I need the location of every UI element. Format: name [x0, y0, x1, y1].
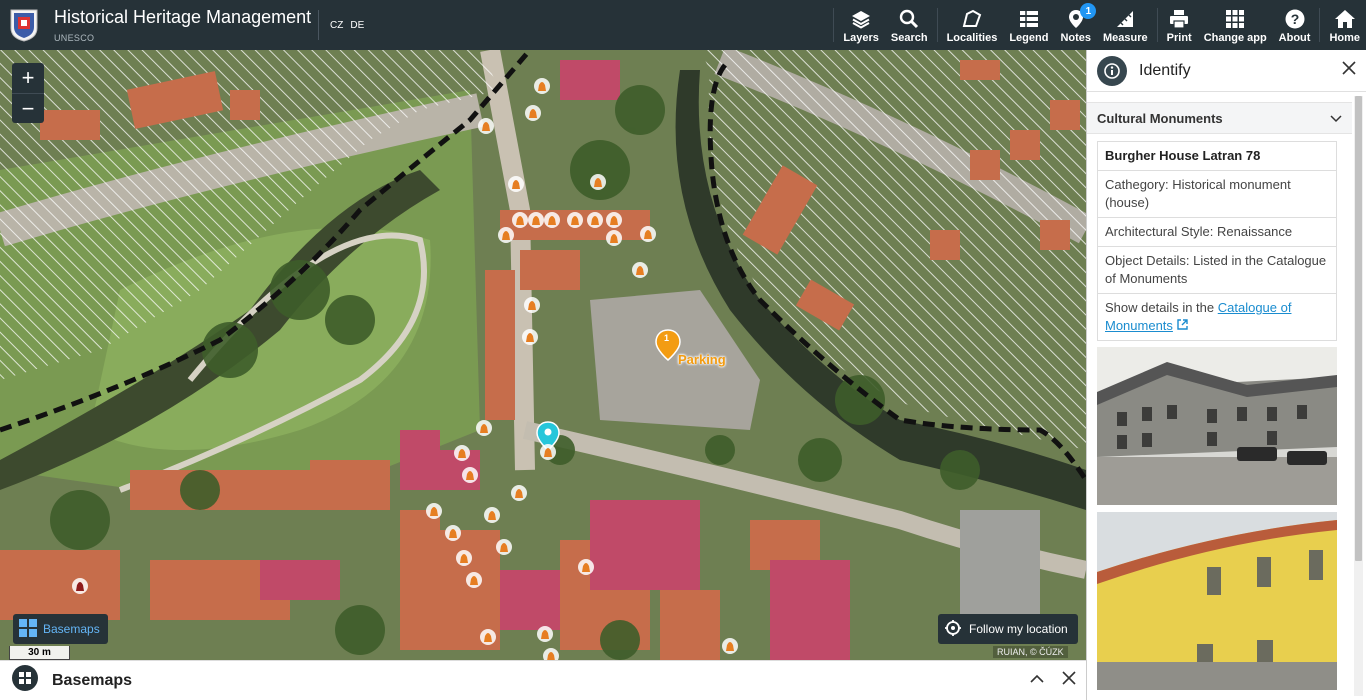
help-icon: ? — [1285, 9, 1305, 29]
print-label: Print — [1166, 32, 1192, 44]
map-view[interactable]: Parking 1 + − Basemaps 30 m Follow my lo… — [0, 50, 1086, 660]
close-identify-icon[interactable] — [1342, 61, 1356, 80]
layers-button[interactable]: Layers — [837, 0, 884, 50]
section-title: Cultural Monuments — [1097, 110, 1223, 126]
basemaps-grid-icon — [19, 618, 37, 640]
legend-button[interactable]: Legend — [1003, 0, 1054, 50]
scale-bar: 30 m — [9, 646, 70, 660]
external-link-icon[interactable] — [1176, 318, 1188, 333]
bottom-panel-actions — [1030, 671, 1086, 690]
panel-scrollbar[interactable] — [1354, 96, 1363, 696]
identify-panel: Identify Cultural Monuments Burgher Hous… — [1086, 50, 1366, 700]
print-button[interactable]: Print — [1161, 0, 1198, 50]
close-icon[interactable] — [1062, 671, 1076, 690]
notes-button[interactable]: 1 Notes — [1054, 0, 1097, 50]
change-app-button[interactable]: Change app — [1198, 0, 1273, 50]
measure-label: Measure — [1103, 32, 1148, 44]
toolbar-divider — [833, 8, 835, 42]
about-button[interactable]: ? About — [1273, 0, 1317, 50]
parking-label[interactable]: Parking — [678, 352, 726, 367]
print-icon — [1169, 9, 1189, 29]
map-attribution: RUIAN, © ČÚZK — [993, 646, 1068, 658]
basemaps-grid-icon — [12, 665, 38, 696]
identify-title: Identify — [1139, 61, 1191, 79]
zoom-control: + − — [12, 63, 44, 123]
legend-icon — [1019, 9, 1039, 29]
localities-label: Localities — [946, 32, 998, 44]
aerial-map-image — [0, 50, 1086, 660]
chevron-up-icon[interactable] — [1030, 671, 1044, 690]
follow-location-button[interactable]: Follow my location — [938, 614, 1078, 644]
notes-badge: 1 — [1080, 3, 1097, 19]
language-cz[interactable]: CZ — [330, 20, 343, 31]
monument-name: Burgher House Latran 78 — [1105, 148, 1261, 163]
home-button[interactable]: Home — [1323, 0, 1366, 50]
apps-grid-icon — [1225, 9, 1245, 29]
basemaps-button[interactable]: Basemaps — [13, 614, 108, 644]
monument-details: Object Details: Listed in the Catalogue … — [1098, 246, 1336, 293]
toolbar: Layers Search Localities Legend 1 Notes … — [830, 0, 1366, 50]
language-switcher: CZ DE — [318, 10, 364, 40]
monument-photo-historic[interactable] — [1097, 347, 1337, 510]
search-button[interactable]: Search — [885, 0, 934, 50]
app-subtitle: UNESCO — [54, 33, 95, 43]
home-label: Home — [1329, 32, 1360, 44]
app-header: Historical Heritage Management UNESCO CZ… — [0, 0, 1366, 50]
info-icon — [1097, 55, 1127, 86]
follow-location-label: Follow my location — [969, 622, 1068, 636]
search-label: Search — [890, 32, 928, 44]
parking-count: 1 — [664, 333, 670, 343]
zoom-in-button[interactable]: + — [12, 63, 44, 93]
change-app-label: Change app — [1203, 32, 1267, 44]
crosshair-icon — [945, 619, 961, 639]
monument-photo-current[interactable] — [1097, 512, 1337, 695]
basemaps-bottom-panel: Basemaps — [0, 660, 1086, 700]
toolbar-divider — [1156, 8, 1158, 42]
cultural-monuments-section[interactable]: Cultural Monuments — [1087, 102, 1352, 134]
catalogue-row: Show details in the Catalogue of Monumen… — [1098, 293, 1336, 340]
language-de[interactable]: DE — [350, 20, 364, 31]
basemaps-panel-title: Basemaps — [52, 671, 133, 689]
basemaps-button-label: Basemaps — [43, 622, 100, 636]
localities-button[interactable]: Localities — [941, 0, 1004, 50]
localities-icon — [962, 9, 982, 29]
measure-icon — [1115, 9, 1135, 29]
chevron-down-icon — [1330, 111, 1342, 126]
catalogue-prefix: Show details in the — [1105, 300, 1218, 315]
zoom-out-button[interactable]: − — [12, 93, 44, 123]
svg-text:?: ? — [1290, 11, 1299, 27]
measure-button[interactable]: Measure — [1097, 0, 1154, 50]
legend-label: Legend — [1009, 32, 1049, 44]
about-label: About — [1278, 32, 1311, 44]
home-icon — [1334, 9, 1355, 29]
search-icon — [899, 9, 919, 29]
monument-attributes: Burgher House Latran 78 Cathegory: Histo… — [1097, 141, 1337, 341]
scrollbar-thumb[interactable] — [1355, 96, 1362, 561]
toolbar-divider — [1319, 8, 1321, 42]
app-title: Historical Heritage Management — [54, 7, 312, 27]
toolbar-divider — [936, 8, 938, 42]
monument-style: Architectural Style: Renaissance — [1098, 217, 1336, 246]
app-logo[interactable] — [0, 0, 48, 50]
identify-header: Identify — [1087, 50, 1366, 92]
monument-category: Cathegory: Historical monument (house) — [1098, 170, 1336, 217]
notes-label: Notes — [1060, 32, 1092, 44]
layers-icon — [851, 9, 871, 29]
layers-label: Layers — [843, 32, 879, 44]
